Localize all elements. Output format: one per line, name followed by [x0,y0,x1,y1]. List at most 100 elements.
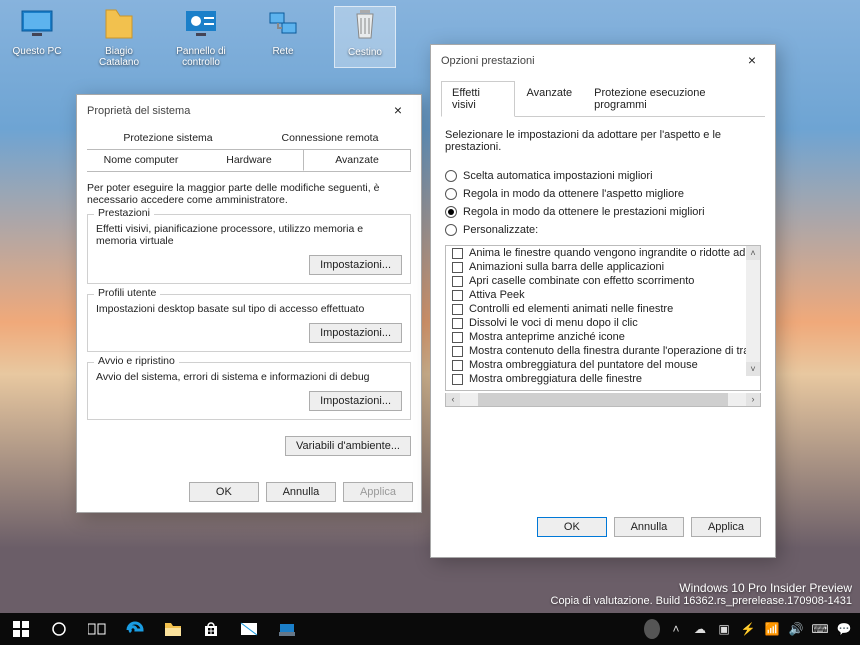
tab-protection[interactable]: Protezione sistema [87,127,249,149]
settings-button-performance[interactable]: Impostazioni... [309,255,402,275]
cancel-button[interactable]: Annulla [614,517,684,537]
settings-button-startup[interactable]: Impostazioni... [309,391,402,411]
tab-visual-effects[interactable]: Effetti visivi [441,81,515,117]
tray-chevron-icon[interactable]: ˄ [668,621,684,637]
radio-icon [445,224,457,236]
scroll-right-icon[interactable]: › [746,393,760,406]
defender-icon[interactable]: ▣ [716,621,732,637]
taskbar-app-2[interactable] [270,613,304,645]
scroll-up-icon[interactable]: ˄ [746,246,760,260]
dialog-footer: OK Annulla Applica [77,482,421,512]
power-icon[interactable]: ⚡ [740,621,756,637]
horizontal-scrollbar[interactable]: ‹ › [445,393,761,407]
desktop-icon-label: Cestino [348,47,382,58]
action-center-icon[interactable]: 💬 [836,621,852,637]
desktop-icon-user[interactable]: Biagio Catalano [88,6,150,68]
check-label: Mostra anteprime anziché icone [469,331,625,343]
desktop-icon-this-pc[interactable]: Questo PC [6,6,68,68]
keyboard-icon[interactable]: ⌨ [812,621,828,637]
network-icon[interactable]: 📶 [764,621,780,637]
check-option-3[interactable]: Attiva Peek [446,288,746,302]
check-option-8[interactable]: Mostra ombreggiatura del puntatore del m… [446,358,746,372]
ok-button[interactable]: OK [537,517,607,537]
group-desc: Impostazioni desktop basate sul tipo di … [96,303,402,315]
check-label: Animazioni sulla barra delle applicazion… [469,261,664,273]
tab-computer-name[interactable]: Nome computer [87,149,195,171]
desktop: Questo PC Biagio Catalano Pannello di co… [0,0,860,645]
group-startup: Avvio e ripristino Avvio del sistema, er… [87,362,411,420]
store-icon[interactable] [194,613,228,645]
apply-button[interactable]: Applica [343,482,413,502]
window-title: Proprietà del sistema [87,105,190,117]
checkbox-icon [452,374,463,385]
onedrive-icon[interactable]: ☁ [692,621,708,637]
scroll-thumb[interactable] [478,393,728,406]
edge-icon[interactable] [118,613,152,645]
check-option-6[interactable]: Mostra anteprime anziché icone [446,330,746,344]
window-system-properties: Proprietà del sistema × Protezione siste… [76,94,422,513]
apply-button[interactable]: Applica [691,517,761,537]
desktop-icon-recycle-bin[interactable]: Cestino [334,6,396,68]
group-performance: Prestazioni Effetti visivi, pianificazio… [87,214,411,284]
tabs-row-1: Protezione sistema Connessione remota [87,127,411,150]
group-desc: Avvio del sistema, errori di sistema e i… [96,371,402,383]
tab-remote[interactable]: Connessione remota [249,127,411,149]
task-view-icon[interactable] [80,613,114,645]
radio-option-1[interactable]: Regola in modo da ottenere l'aspetto mig… [445,185,761,203]
check-option-7[interactable]: Mostra contenuto della finestra durante … [446,344,746,358]
checkbox-icon [452,346,463,357]
cortana-icon[interactable] [42,613,76,645]
group-user-profiles: Profili utente Impostazioni desktop basa… [87,294,411,352]
env-variables-button[interactable]: Variabili d'ambiente... [285,436,411,456]
tab-hardware[interactable]: Hardware [195,149,303,171]
check-option-1[interactable]: Animazioni sulla barra delle applicazion… [446,260,746,274]
radio-option-0[interactable]: Scelta automatica impostazioni migliori [445,167,761,185]
watermark-line1: Windows 10 Pro Insider Preview [551,581,853,595]
tab-dep[interactable]: Protezione esecuzione programmi [583,81,765,116]
desktop-icon-network[interactable]: Rete [252,6,314,68]
tab-advanced[interactable]: Avanzate [303,149,411,171]
radio-label: Personalizzate: [463,224,538,236]
dialog-footer: OK Annulla Applica [441,517,765,547]
check-option-4[interactable]: Controlli ed elementi animati nelle fine… [446,302,746,316]
titlebar[interactable]: Opzioni prestazioni × [431,45,775,77]
taskbar-app-1[interactable] [232,613,266,645]
desktop-icon-control-panel[interactable]: Pannello di controllo [170,6,232,68]
scroll-left-icon[interactable]: ‹ [446,393,460,406]
settings-button-profiles[interactable]: Impostazioni... [309,323,402,343]
check-option-2[interactable]: Apri caselle combinate con effetto scorr… [446,274,746,288]
explorer-icon[interactable] [156,613,190,645]
checkbox-icon [452,332,463,343]
radio-option-2[interactable]: Regola in modo da ottenere le prestazion… [445,203,761,221]
check-option-0[interactable]: Anima le finestre quando vengono ingrand… [446,246,746,260]
desktop-icon-label: Questo PC [13,46,62,57]
check-option-9[interactable]: Mostra ombreggiatura delle finestre [446,372,746,386]
checkbox-icon [452,290,463,301]
check-label: Mostra contenuto della finestra durante … [469,345,761,357]
radio-icon [445,188,457,200]
close-icon[interactable]: × [739,51,765,71]
check-label: Anima le finestre quando vengono ingrand… [469,247,761,259]
watermark: Windows 10 Pro Insider Preview Copia di … [551,581,853,607]
vertical-scrollbar[interactable]: ˄ ˅ [746,246,760,376]
close-icon[interactable]: × [385,101,411,121]
check-option-5[interactable]: Dissolvi le voci di menu dopo il clic [446,316,746,330]
tabs-row-2: Nome computer Hardware Avanzate [87,149,411,172]
ok-button[interactable]: OK [189,482,259,502]
scroll-down-icon[interactable]: ˅ [746,362,760,376]
volume-icon[interactable]: 🔊 [788,621,804,637]
taskbar: ˄ ☁ ▣ ⚡ 📶 🔊 ⌨ 💬 [0,613,860,645]
tab-advanced[interactable]: Avanzate [515,81,583,116]
radio-option-3[interactable]: Personalizzate: [445,221,761,239]
radio-label: Regola in modo da ottenere l'aspetto mig… [463,188,684,200]
cancel-button[interactable]: Annulla [266,482,336,502]
start-button[interactable] [4,613,38,645]
group-legend: Profili utente [94,287,160,299]
effects-checklist: Anima le finestre quando vengono ingrand… [445,245,761,391]
group-legend: Avvio e ripristino [94,355,179,367]
desktop-icon-label: Biagio Catalano [99,46,139,68]
window-performance-options: Opzioni prestazioni × Effetti visivi Ava… [430,44,776,558]
people-icon[interactable] [644,621,660,637]
avatar [644,619,660,639]
titlebar[interactable]: Proprietà del sistema × [77,95,421,127]
